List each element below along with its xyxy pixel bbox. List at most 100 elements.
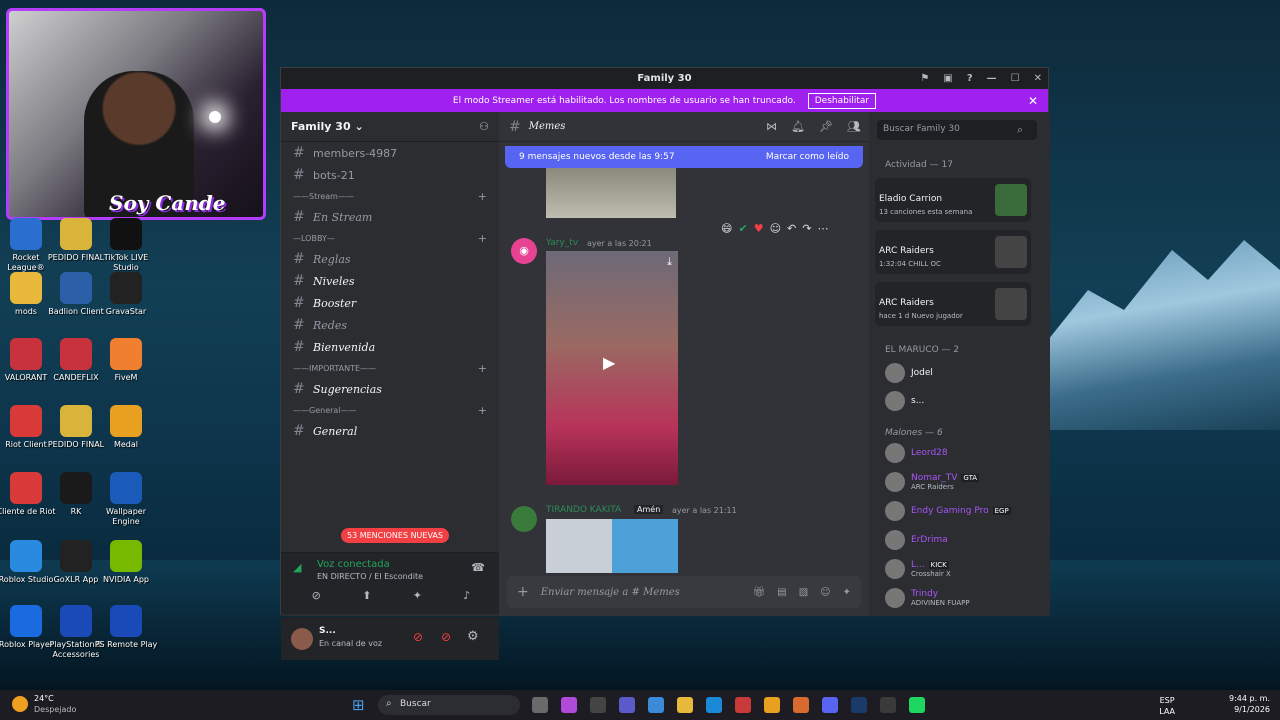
reply-icon[interactable]: ↶ (787, 222, 796, 235)
avatar[interactable] (511, 506, 537, 532)
add-channel-icon[interactable]: + (478, 362, 487, 375)
activity-card[interactable]: Eladio Carrion 13 canciones esta semana (875, 178, 1031, 222)
bell-icon[interactable]: 🔔︎ (791, 120, 805, 133)
activity-card[interactable]: ARC Raiders hace 1 d Nuevo jugador (875, 282, 1031, 326)
system-tray[interactable]: ESP LAA 9:44 p. m. 9/1/2026 (1159, 693, 1270, 716)
taskbar-app-icon[interactable] (706, 697, 722, 713)
channel-item[interactable]: # bots-21 (281, 164, 499, 186)
gif-icon[interactable]: ▤ (777, 587, 786, 598)
desktop-icon[interactable]: GravaStar (94, 272, 158, 317)
taskbar-search[interactable]: Buscar (378, 695, 520, 715)
apps-icon[interactable]: ✦ (843, 587, 851, 598)
member-item[interactable]: Trindy ADIVINEN FUAPP (885, 587, 970, 609)
channel-item[interactable]: # Niveles (281, 270, 499, 292)
taskbar-app-icon[interactable] (561, 697, 577, 713)
member-item[interactable]: Nomar_TV GTA ARC Raiders (885, 471, 980, 493)
voice-detail[interactable]: EN DIRECTO / El Escondite (317, 572, 423, 581)
maximize-icon[interactable]: ☐ (1011, 73, 1020, 84)
taskbar-app-icon[interactable] (909, 697, 925, 713)
channel-item[interactable]: # General (281, 420, 499, 442)
member-item[interactable]: Leord28 (885, 442, 948, 464)
weather-temp[interactable]: 24°C (34, 694, 54, 703)
taskbar-app-icon[interactable] (619, 697, 635, 713)
add-channel-icon[interactable]: + (478, 190, 487, 203)
taskbar-app-icon[interactable] (735, 697, 751, 713)
avatar[interactable] (291, 628, 313, 650)
taskbar-app-icon[interactable] (590, 697, 606, 713)
help-icon[interactable]: ? (967, 73, 973, 84)
taskbar-app-icon[interactable] (677, 697, 693, 713)
desktop-icon[interactable]: Medal (94, 405, 158, 450)
previous-image[interactable] (546, 168, 676, 218)
channel-category[interactable]: —LOBBY— + (281, 228, 499, 248)
taskbar-app-icon[interactable] (822, 697, 838, 713)
taskbar-app-icon[interactable] (648, 697, 664, 713)
start-icon[interactable]: ⊞ (352, 696, 365, 714)
language-indicator[interactable]: ESP LAA (1159, 695, 1175, 717)
settings-icon[interactable]: ⚙ (467, 629, 479, 644)
taskbar-app-icon[interactable] (880, 697, 896, 713)
video-attachment[interactable]: ▶ ⤓ (546, 251, 678, 485)
member-item[interactable]: s... (885, 390, 924, 412)
close-icon[interactable]: ✕ (1034, 73, 1042, 84)
channel-category[interactable]: ——Stream—— + (281, 186, 499, 206)
member-item[interactable]: Endy Gaming Pro EGP (885, 500, 1011, 522)
desktop-icon[interactable]: NVIDIA App (94, 540, 158, 585)
message-input[interactable]: Enviar mensaje a # Memes (541, 587, 741, 598)
mentions-pill[interactable]: 53 MENCIONES NUEVAS (341, 528, 449, 543)
channel-category[interactable]: ——General—— + (281, 400, 499, 420)
plus-icon[interactable]: + (517, 584, 529, 600)
pin-icon[interactable]: 📌︎ (819, 120, 833, 133)
minimize-icon[interactable]: — (987, 73, 997, 84)
server-header[interactable]: Family 30 ⌄ ⚇ (281, 112, 499, 142)
mark-read-button[interactable]: Marcar como leído (766, 152, 849, 162)
activity-header[interactable]: Actividad — 17 (885, 160, 953, 170)
channel-item[interactable]: # members-4987 (281, 142, 499, 164)
screen-share-icon[interactable]: ⬆ (362, 589, 371, 602)
gift-icon[interactable]: 🎁︎ (753, 587, 766, 598)
image-attachment[interactable] (546, 519, 678, 573)
desktop-icon[interactable]: PS Remote Play (94, 605, 158, 650)
desktop-icon[interactable]: FiveM (94, 338, 158, 383)
members-icon[interactable]: 👥︎ (847, 120, 861, 133)
member-item[interactable]: Jodel (885, 362, 933, 384)
inbox-icon[interactable]: ⚑ (920, 73, 929, 84)
weather-icon[interactable] (12, 696, 28, 712)
add-reaction-icon[interactable]: ☺ (770, 222, 781, 235)
member-item[interactable]: L... KICK Crosshair X (885, 558, 951, 580)
more-icon[interactable]: ⋯ (817, 222, 828, 235)
channel-item[interactable]: # En Stream (281, 206, 499, 228)
play-icon[interactable]: ▶ (603, 353, 615, 372)
disable-streamer-button[interactable]: Deshabilitar (807, 92, 877, 109)
add-member-icon[interactable]: ⚇ (479, 120, 489, 133)
deafen-icon[interactable]: ⊘ (441, 630, 451, 644)
download-icon[interactable]: ⤓ (667, 255, 672, 269)
taskbar-app-icon[interactable] (851, 697, 867, 713)
emoji-icon[interactable]: ☺ (820, 587, 830, 598)
camera-off-icon[interactable]: ⊘ (312, 589, 321, 602)
forward-icon[interactable]: ↷ (802, 222, 811, 235)
channel-category[interactable]: ——IMPORTANTE—— + (281, 358, 499, 378)
channel-item[interactable]: # Booster (281, 292, 499, 314)
desktop-icon[interactable]: Wallpaper Engine (94, 472, 158, 527)
channel-item[interactable]: # Sugerencias (281, 378, 499, 400)
channel-item[interactable]: # Redes (281, 314, 499, 336)
taskbar-app-icon[interactable] (532, 697, 548, 713)
new-messages-bar[interactable]: 9 mensajes nuevos desde las 9:57 Marcar … (505, 146, 863, 168)
message-author[interactable]: Yary_tv (546, 238, 578, 248)
member-item[interactable]: ErDrima (885, 529, 948, 551)
activity-card[interactable]: ARC Raiders 1:32:04 CHILL OC (875, 230, 1031, 274)
channel-item[interactable]: # Reglas (281, 248, 499, 270)
laugh-emoji-icon[interactable]: 😄︎ (721, 222, 732, 235)
heart-emoji-icon[interactable]: ♥ (754, 222, 764, 235)
sticker-icon[interactable]: ▧ (799, 587, 808, 598)
soundboard-icon[interactable]: ♪ (463, 589, 470, 602)
message-author[interactable]: TIRANDO KAKITA (546, 505, 621, 515)
search-input[interactable]: Buscar Family 30 (877, 120, 1037, 140)
disconnect-icon[interactable]: ☎ (471, 561, 485, 574)
add-channel-icon[interactable]: + (478, 232, 487, 245)
channel-item[interactable]: # Bienvenida (281, 336, 499, 358)
taskbar-app-icon[interactable] (793, 697, 809, 713)
signal-icon[interactable]: ◢ (293, 561, 301, 574)
screen-icon[interactable]: ▣ (943, 73, 952, 84)
